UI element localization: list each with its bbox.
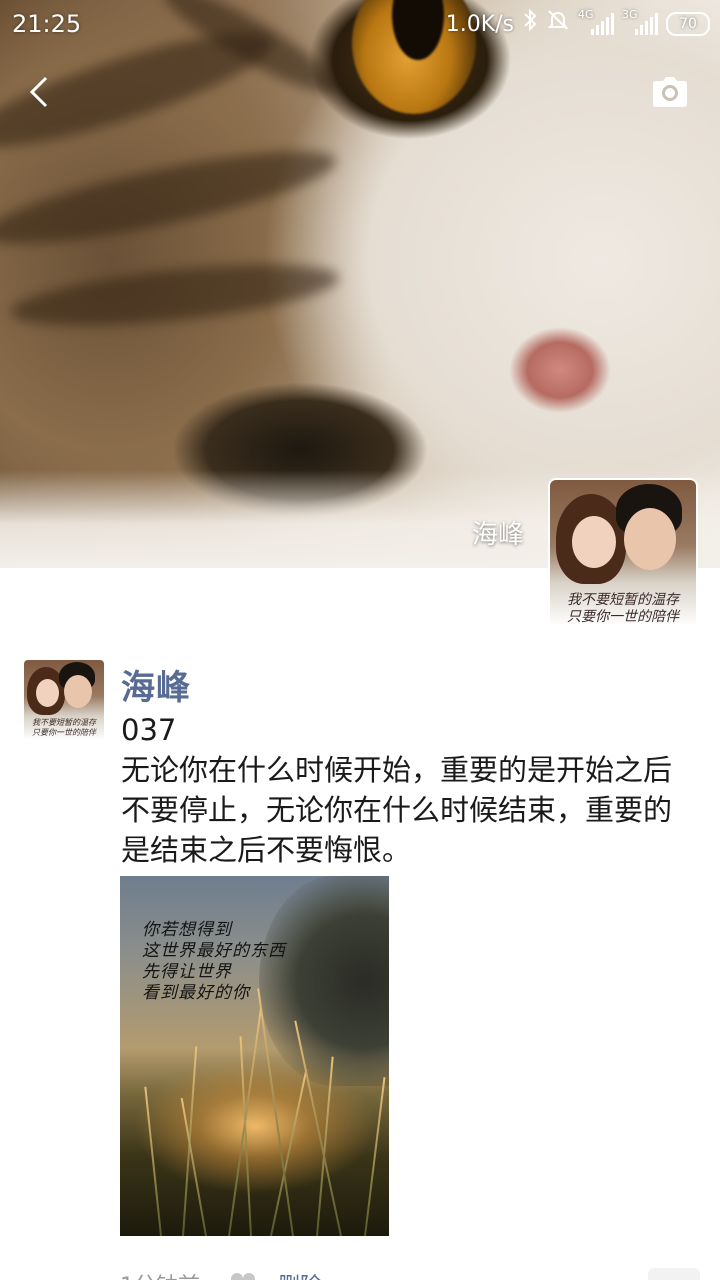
cover-user-name[interactable]: 海峰 <box>472 514 524 551</box>
avatar-caption-line2: 只要你一世的陪伴 <box>567 609 679 625</box>
post-text-line: 不要停止，无论你在什么时候结束，重要的 <box>121 793 673 827</box>
post-text-line: 037 <box>121 713 177 747</box>
camera-icon <box>653 77 687 107</box>
avatar-caption-line2: 只要你一世的陪伴 <box>32 728 96 737</box>
friends-icon[interactable] <box>230 1272 256 1280</box>
post-footer: 1分钟前 删除 <box>120 1262 700 1280</box>
cover-avatar[interactable]: 我不要短暂的温存 只要你一世的陪伴 <box>548 478 698 628</box>
battery-icon: 70 <box>666 12 710 36</box>
chevron-left-icon <box>29 76 48 108</box>
post-image[interactable]: 你若想得到 这世界最好的东西 先得让世界 看到最好的你 <box>120 876 389 1236</box>
post-author-name[interactable]: 海峰 <box>121 660 191 709</box>
back-button[interactable] <box>22 72 58 112</box>
avatar-caption-line1: 我不要短暂的温存 <box>567 592 679 608</box>
status-bar: 21:25 1.0K/s 4G 3G 70 <box>0 0 720 50</box>
post-text: 037 无论你在什么时候开始，重要的是开始之后 不要停止，无论你在什么时候结束，… <box>121 710 701 870</box>
post-text-line: 无论你在什么时候开始，重要的是开始之后 <box>121 753 673 787</box>
post-avatar[interactable]: 我不要短暂的温存 只要你一世的陪伴 <box>24 660 104 740</box>
status-time: 21:25 <box>12 10 82 38</box>
mute-bell-icon <box>546 8 570 40</box>
avatar-caption-line1: 我不要短暂的温存 <box>32 718 96 727</box>
poem-line: 先得让世界 <box>142 962 232 982</box>
post-image-poem: 你若想得到 这世界最好的东西 先得让世界 看到最好的你 <box>142 920 286 1004</box>
bluetooth-icon <box>522 8 538 40</box>
battery-level: 70 <box>679 16 697 32</box>
post-time: 1分钟前 <box>120 1268 200 1280</box>
signal-icon: 3G <box>622 9 658 37</box>
network-speed: 1.0K/s <box>445 11 514 37</box>
more-comment-icon[interactable] <box>648 1268 700 1280</box>
camera-button[interactable] <box>650 74 690 110</box>
signal-icon: 4G <box>578 9 614 37</box>
poem-line: 看到最好的你 <box>142 983 250 1003</box>
poem-line: 这世界最好的东西 <box>142 941 286 961</box>
post-text-line: 是结束之后不要悔恨。 <box>121 833 412 867</box>
poem-line: 你若想得到 <box>142 920 232 940</box>
delete-button[interactable]: 删除 <box>278 1268 322 1280</box>
moments-page: 21:25 1.0K/s 4G 3G 70 海峰 我不要短暂的温存 只要你一世的… <box>0 0 720 1280</box>
